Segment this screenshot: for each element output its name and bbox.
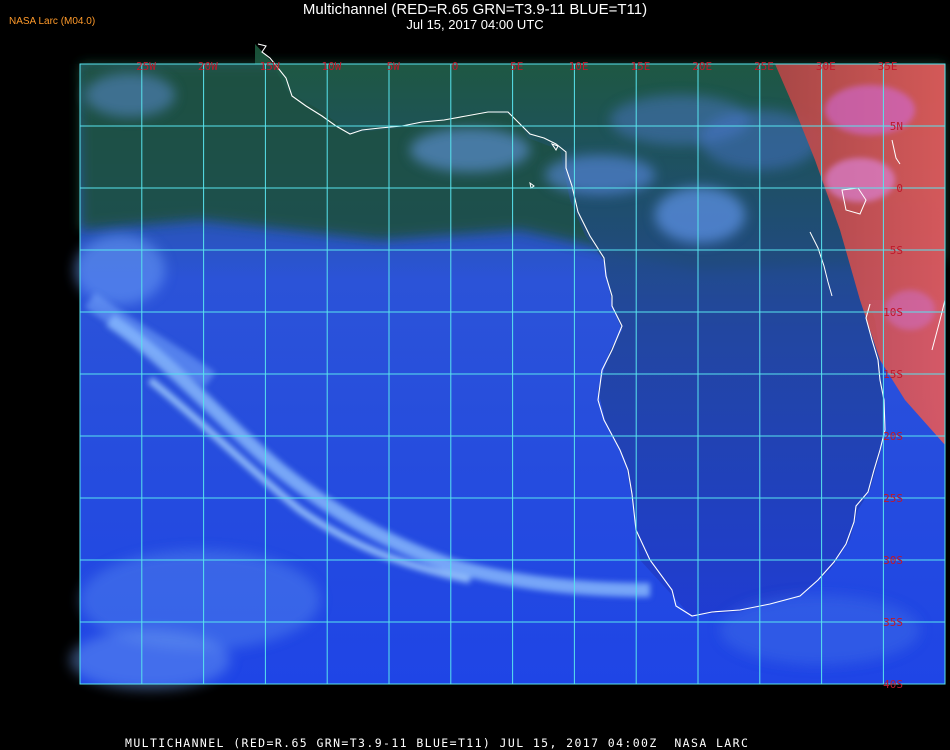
latitude-label: 25S: [883, 492, 903, 505]
latitude-label: 15S: [883, 368, 903, 381]
longitude-label: 20W: [198, 60, 218, 73]
bottom-caption: MULTICHANNEL (RED=R.65 GRN=T3.9-11 BLUE=…: [125, 736, 750, 750]
latitude-label: 5N: [890, 120, 903, 133]
longitude-label: 5W: [387, 60, 401, 73]
latitude-label: 35S: [883, 616, 903, 629]
longitude-label: 10E: [569, 60, 589, 73]
latitude-label: 0: [896, 182, 903, 195]
longitude-label: 10W: [321, 60, 341, 73]
longitude-label: 25E: [754, 60, 774, 73]
longitude-label: 0: [452, 60, 459, 73]
longitude-label: 5E: [510, 60, 523, 73]
longitude-label: 25W: [136, 60, 156, 73]
latitude-label: 5S: [890, 244, 903, 257]
longitude-label: 15W: [260, 60, 280, 73]
latitude-label: 20S: [883, 430, 903, 443]
longitude-label: 35E: [878, 60, 898, 73]
latitude-label: 30S: [883, 554, 903, 567]
longitude-label: 30E: [816, 60, 836, 73]
longitude-label: 20E: [692, 60, 712, 73]
satellite-map: 25W 20W 15W 10W 5W 0 5E 10E 15E 20E 25E 30E 35E 5N 0 5…: [70, 43, 946, 691]
latitude-label: 10S: [883, 306, 903, 319]
latitude-label: 40S: [883, 678, 903, 691]
longitude-label: 15E: [630, 60, 650, 73]
